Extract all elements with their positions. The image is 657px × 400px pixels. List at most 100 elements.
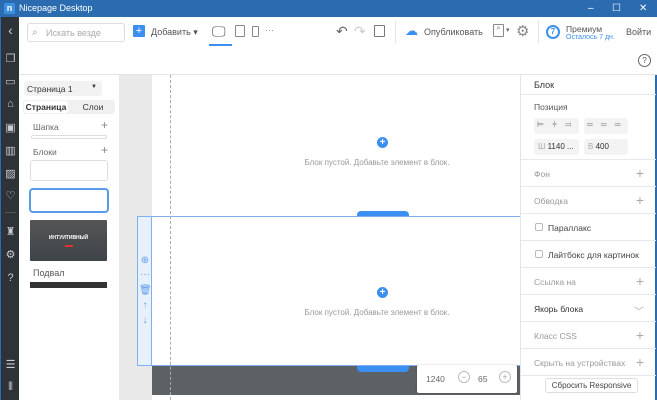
vertical-align-group[interactable]: ═ ═ ═ bbox=[584, 118, 628, 134]
comments-icon[interactable]: ▭ bbox=[3, 75, 18, 90]
link-row[interactable]: Ссылка на + bbox=[521, 268, 656, 295]
help-icon[interactable]: ? bbox=[3, 271, 18, 286]
lightbox-row[interactable]: Лайтбокс для картинок bbox=[521, 241, 656, 268]
tab-bar: Страница Слои bbox=[23, 100, 115, 114]
close-icon[interactable]: ✕ bbox=[639, 3, 647, 14]
icon-sidebar: ‹ ❐ ▭ ⌂ ▣ ▥ ▨ ♡ ♜ ⚙ ? ☰ ⦀ bbox=[0, 17, 19, 400]
trash-icon[interactable]: 🗑 bbox=[139, 285, 152, 296]
header-thumbnail[interactable] bbox=[31, 135, 107, 139]
hide-devices-label: Скрыть на устройствах bbox=[534, 358, 626, 368]
layout-icon[interactable]: ▥ bbox=[3, 144, 18, 159]
publish-button[interactable]: Опубликовать bbox=[424, 27, 483, 37]
desktop-icon[interactable]: 🖵 bbox=[212, 23, 226, 40]
add-hide-devices-icon[interactable]: + bbox=[636, 354, 644, 370]
css-class-row[interactable]: Класс CSS + bbox=[521, 322, 656, 349]
premium-title[interactable]: Премиум bbox=[566, 24, 602, 34]
footer-label: Подвал bbox=[33, 268, 65, 278]
preview-dropdown-icon[interactable]: ▾ bbox=[506, 26, 510, 34]
add-plus-icon[interactable]: + bbox=[133, 25, 145, 37]
link-label: Ссылка на bbox=[534, 277, 576, 287]
move-down-icon[interactable]: ↓ bbox=[139, 315, 151, 326]
guide-line bbox=[170, 75, 171, 400]
add-background-icon[interactable]: + bbox=[636, 165, 644, 181]
empty-block-1[interactable]: + Блок пустой. Добавьте элемент в блок. bbox=[152, 75, 520, 215]
blocks-icon[interactable]: ▣ bbox=[3, 121, 18, 136]
parallax-label: Параллакс bbox=[548, 223, 592, 233]
more-devices-button[interactable]: ··· bbox=[265, 25, 274, 35]
border-row[interactable]: Обводка + bbox=[521, 187, 656, 214]
chevron-down-icon[interactable]: ﹀ bbox=[634, 303, 644, 318]
resize-handle[interactable] bbox=[357, 366, 409, 372]
empty-block-2-selected[interactable]: + Блок пустой. Добавьте элемент в блок. bbox=[152, 216, 520, 366]
save-icon[interactable] bbox=[374, 25, 385, 37]
gift-icon[interactable]: ⌂ bbox=[3, 97, 18, 112]
width-field-value: 1140 ... bbox=[547, 142, 574, 151]
tab-page[interactable]: Страница bbox=[24, 101, 68, 113]
settings-icon[interactable]: ⚙ bbox=[516, 22, 529, 40]
image-icon[interactable]: ▨ bbox=[3, 167, 18, 182]
css-class-label: Класс CSS bbox=[534, 331, 577, 341]
add-border-icon[interactable]: + bbox=[636, 192, 644, 208]
move-up-icon[interactable]: ↑ bbox=[139, 300, 151, 311]
add-label: Добавить bbox=[151, 27, 191, 37]
width-value: 1240 bbox=[426, 374, 445, 384]
brush-icon[interactable]: ♜ bbox=[3, 225, 18, 240]
background-row[interactable]: Фон + bbox=[521, 160, 656, 187]
parallax-row[interactable]: Параллакс bbox=[521, 214, 656, 241]
add-block-icon[interactable]: + bbox=[101, 143, 108, 157]
horizontal-align-group[interactable]: ⊨ ⫩ ⫤ bbox=[534, 118, 579, 134]
height-input[interactable]: В 400 bbox=[584, 139, 628, 155]
login-button[interactable]: Войти bbox=[626, 27, 651, 37]
block-thumbnail[interactable] bbox=[30, 160, 108, 181]
columns-icon[interactable]: ⦀ bbox=[3, 380, 18, 395]
pages-icon[interactable]: ❐ bbox=[3, 52, 18, 67]
add-element-icon[interactable]: + bbox=[377, 287, 388, 298]
blocks-label: Блоки bbox=[33, 147, 57, 157]
add-header-icon[interactable]: + bbox=[101, 118, 108, 132]
width-prefix: Ш bbox=[538, 142, 546, 151]
hide-devices-row[interactable]: Скрыть на устройствах + bbox=[521, 349, 656, 376]
lightbox-label: Лайтбокс для картинок bbox=[548, 250, 639, 260]
parallax-checkbox[interactable] bbox=[535, 223, 543, 231]
undo-icon[interactable]: ↶ bbox=[336, 23, 348, 40]
phone-icon[interactable] bbox=[252, 26, 259, 37]
width-input[interactable]: Ш 1140 ... bbox=[534, 139, 579, 155]
more-icon[interactable]: ··· bbox=[139, 269, 151, 280]
reset-responsive-button[interactable]: Сбросить Responsive bbox=[545, 378, 638, 393]
block-thumbnail-selected[interactable] bbox=[29, 188, 109, 213]
tab-layers[interactable]: Слои bbox=[71, 101, 115, 113]
background-label: Фон bbox=[534, 169, 550, 179]
maximize-icon[interactable]: ☐ bbox=[612, 3, 621, 14]
tablet-icon[interactable] bbox=[235, 25, 245, 37]
add-element-icon[interactable]: + bbox=[377, 137, 388, 148]
empty-block-text: Блок пустой. Добавьте элемент в блок. bbox=[304, 308, 450, 317]
add-block-icon[interactable]: ⊕ bbox=[139, 255, 151, 266]
add-button[interactable]: Добавить ▾ bbox=[151, 27, 198, 38]
preview-icon[interactable]: ⌕ bbox=[493, 24, 504, 37]
minimize-icon[interactable]: – bbox=[588, 3, 594, 14]
help-icon[interactable]: ? bbox=[638, 54, 651, 67]
toolbar: ⌕ Искать везде + Добавить ▾ 🖵 ··· ↶ ↷ ☁ О… bbox=[19, 17, 657, 49]
page-select[interactable]: Страница 1 ▼ bbox=[24, 81, 102, 96]
premium-badge[interactable]: 7 bbox=[546, 25, 560, 39]
block-thumbnail-image[interactable]: ИНТУИТИВНЫЙ bbox=[30, 220, 107, 261]
collapse-icon[interactable]: ‹ bbox=[3, 23, 18, 38]
lightbox-checkbox[interactable] bbox=[535, 250, 543, 258]
footer-thumbnail[interactable] bbox=[30, 282, 107, 288]
empty-block-text: Блок пустой. Добавьте элемент в блок. bbox=[304, 158, 450, 167]
gear-icon[interactable]: ⚙ bbox=[3, 248, 18, 263]
position-label: Позиция bbox=[534, 102, 568, 112]
add-css-class-icon[interactable]: + bbox=[636, 327, 644, 343]
panels-icon[interactable]: ☰ bbox=[3, 358, 18, 373]
search-input[interactable]: ⌕ Искать везде bbox=[27, 23, 125, 42]
heart-icon[interactable]: ♡ bbox=[3, 189, 18, 204]
divider bbox=[5, 212, 16, 213]
zoom-out-icon[interactable]: − bbox=[458, 371, 470, 383]
redo-icon[interactable]: ↷ bbox=[354, 23, 366, 40]
add-link-icon[interactable]: + bbox=[636, 273, 644, 289]
thumbnail-title: ИНТУИТИВНЫЙ bbox=[48, 235, 89, 241]
cloud-upload-icon[interactable]: ☁ bbox=[405, 23, 418, 39]
zoom-in-icon[interactable]: + bbox=[499, 371, 511, 383]
anchor-row[interactable]: Якорь блока ﹀ bbox=[521, 295, 656, 322]
border-label: Обводка bbox=[534, 196, 569, 206]
